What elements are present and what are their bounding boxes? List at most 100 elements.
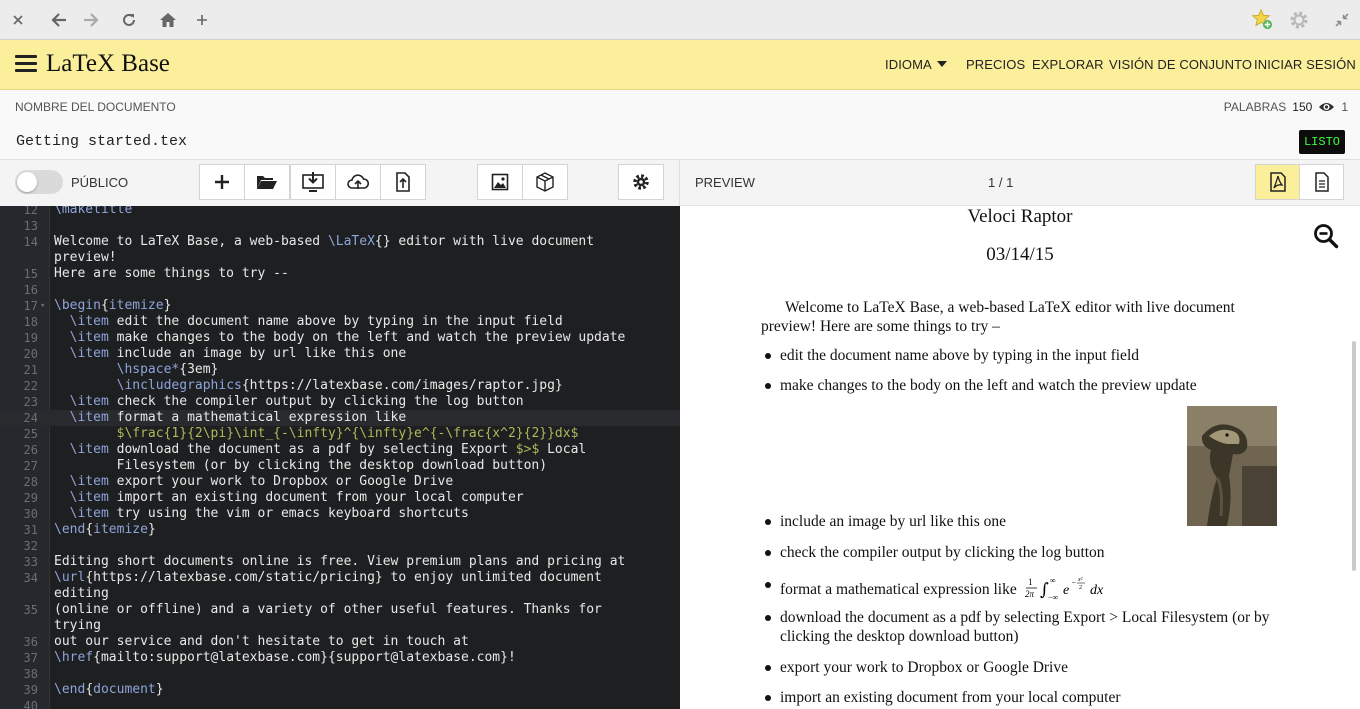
line-number: 39 — [23, 683, 38, 697]
settings-gear-icon[interactable] — [1288, 9, 1310, 31]
pdf-view-button[interactable] — [1255, 164, 1300, 200]
editor-line[interactable]: 19 \item make changes to the body on the… — [0, 330, 680, 346]
new-tab-icon[interactable] — [191, 9, 213, 31]
editor-line[interactable]: 31 \end{itemize} — [0, 522, 680, 538]
code-text: Here are some things to try -- — [54, 266, 289, 281]
preview-date: 03/14/15 — [986, 244, 1054, 265]
line-number: 37 — [23, 651, 38, 665]
editor-line[interactable]: preview! — [0, 250, 680, 266]
words-count: 150 — [1292, 100, 1313, 114]
import-file-button[interactable] — [380, 164, 426, 200]
code-text: Welcome to LaTeX Base, a web-based \LaTe… — [54, 234, 595, 249]
packages-button[interactable] — [522, 164, 568, 200]
line-number: 22 — [23, 379, 38, 393]
editor-line[interactable]: 22 \includegraphics{https://latexbase.co… — [0, 378, 680, 394]
public-toggle[interactable] — [15, 170, 63, 194]
line-number: 35 — [23, 603, 38, 617]
code-text: \item export your work to Dropbox or Goo… — [69, 474, 454, 489]
file-import-icon — [396, 172, 410, 192]
editor-line[interactable]: 26 \item download the document as a pdf … — [0, 442, 680, 458]
line-number: 27 — [23, 459, 38, 473]
app-title[interactable]: LaTeX Base — [46, 50, 170, 78]
download-button[interactable] — [290, 164, 336, 200]
nav-idioma[interactable]: IDIOMA — [885, 57, 947, 72]
insert-image-button[interactable] — [477, 164, 523, 200]
editor-line[interactable]: 29 \item import an existing document fro… — [0, 490, 680, 506]
editor-line[interactable]: 14 Welcome to LaTeX Base, a web-based \La… — [0, 234, 680, 250]
editor-line[interactable]: 36 out our service and don't hesitate to … — [0, 634, 680, 650]
raptor-image — [1187, 406, 1277, 526]
line-number: 19 — [23, 331, 38, 345]
line-number: 34 — [23, 571, 38, 585]
editor-line[interactable]: 24 \item format a mathematical expressio… — [0, 410, 680, 426]
close-icon[interactable] — [7, 9, 29, 31]
line-number: 23 — [23, 395, 38, 409]
editor-line[interactable]: 27 Filesystem (or by clicking the deskto… — [0, 458, 680, 474]
editor-line[interactable]: trying — [0, 618, 680, 634]
fold-arrow-icon[interactable]: ▾ — [40, 298, 45, 314]
svg-text:2: 2 — [1079, 585, 1082, 591]
line-number: 24 — [23, 411, 38, 425]
editor-line[interactable]: 25 $\frac{1}{2\pi}\int_{-\infty}^{\infty… — [0, 426, 680, 442]
editor-line[interactable]: 40 — [0, 698, 680, 709]
code-text: (online or offline) and a variety of oth… — [54, 602, 602, 617]
svg-text:1: 1 — [1028, 577, 1033, 587]
code-text: Filesystem (or by clicking the desktop d… — [54, 458, 548, 473]
back-icon[interactable] — [48, 9, 70, 31]
svg-text:e: e — [1063, 583, 1069, 598]
editor-line[interactable]: 17 ▾ \begin{itemize} — [0, 298, 680, 314]
code-text: \item format a mathematical expression l… — [69, 410, 407, 425]
preview-scrollbar[interactable] — [1352, 341, 1356, 571]
nav-vision-de-conjunto[interactable]: VISIÓN DE CONJUNTO — [1109, 57, 1252, 72]
line-number: 18 — [23, 315, 38, 329]
open-document-button[interactable] — [244, 164, 290, 200]
pdf-file-icon — [1269, 172, 1286, 192]
editor-line[interactable]: 21 \hspace*{3em} — [0, 362, 680, 378]
log-view-button[interactable] — [1299, 164, 1344, 200]
editor-line[interactable]: 35 (online or offline) and a variety of o… — [0, 602, 680, 618]
editor-line[interactable]: 33 Editing short documents online is free… — [0, 554, 680, 570]
cloud-upload-button[interactable] — [335, 164, 381, 200]
line-number: 36 — [23, 635, 38, 649]
home-icon[interactable] — [157, 9, 179, 31]
nav-explorar[interactable]: EXPLORAR — [1032, 57, 1104, 72]
reload-icon[interactable] — [118, 9, 140, 31]
editor-line[interactable]: 20 \item include an image by url like th… — [0, 346, 680, 362]
editor-line[interactable]: 37 \href{mailto:support@latexbase.com}{su… — [0, 650, 680, 666]
editor-line[interactable]: 32 — [0, 538, 680, 554]
browser-toolbar — [0, 0, 1360, 40]
editor-line[interactable]: editing — [0, 586, 680, 602]
nav-iniciar-sesion[interactable]: INICIAR SESIÓN — [1254, 57, 1356, 72]
code-text: \item edit the document name above by ty… — [69, 314, 563, 329]
preview-title: Veloci Raptor — [967, 206, 1073, 227]
editor-line[interactable]: 34 \url{https://latexbase.com/static/pric… — [0, 570, 680, 586]
new-document-button[interactable] — [199, 164, 245, 200]
image-icon — [491, 173, 509, 191]
editor-line[interactable]: 30 \item try using the vim or emacs keyb… — [0, 506, 680, 522]
editor-line[interactable]: 28 \item export your work to Dropbox or … — [0, 474, 680, 490]
restore-window-icon[interactable] — [1331, 9, 1353, 31]
line-number: 29 — [23, 491, 38, 505]
code-text: preview! — [54, 250, 117, 265]
pdf-preview[interactable]: Veloci Raptor 03/14/15 Welcome to LaTeX … — [680, 206, 1360, 709]
editor-line[interactable]: 15 Here are some things to try -- — [0, 266, 680, 282]
code-editor[interactable]: 12 \maketitle 13 14 Welcome to LaTeX Base, a… — [0, 206, 680, 709]
document-name-input[interactable]: Getting started.tex — [16, 133, 187, 150]
editor-line[interactable]: 38 — [0, 666, 680, 682]
forward-icon[interactable] — [80, 9, 102, 31]
editor-line[interactable]: 12 \maketitle — [0, 206, 680, 218]
line-number: 33 — [23, 555, 38, 569]
svg-text:dx: dx — [1090, 583, 1104, 598]
editor-line[interactable]: 16 — [0, 282, 680, 298]
hamburger-menu-icon[interactable] — [15, 55, 37, 73]
nav-precios[interactable]: PRECIOS — [966, 57, 1025, 72]
math-expression: 1 2π ∫ ∞ −∞ e − x² 2 dx — [1025, 576, 1104, 602]
settings-button[interactable] — [618, 164, 664, 200]
bookmark-star-icon[interactable] — [1251, 8, 1273, 30]
code-text: \maketitle — [54, 206, 133, 217]
editor-line[interactable]: 39 \end{document} — [0, 682, 680, 698]
editor-line[interactable]: 18 \item edit the document name above by… — [0, 314, 680, 330]
editor-line[interactable]: 23 \item check the compiler output by cl… — [0, 394, 680, 410]
svg-text:−∞: −∞ — [1048, 593, 1059, 601]
editor-line[interactable]: 13 — [0, 218, 680, 234]
